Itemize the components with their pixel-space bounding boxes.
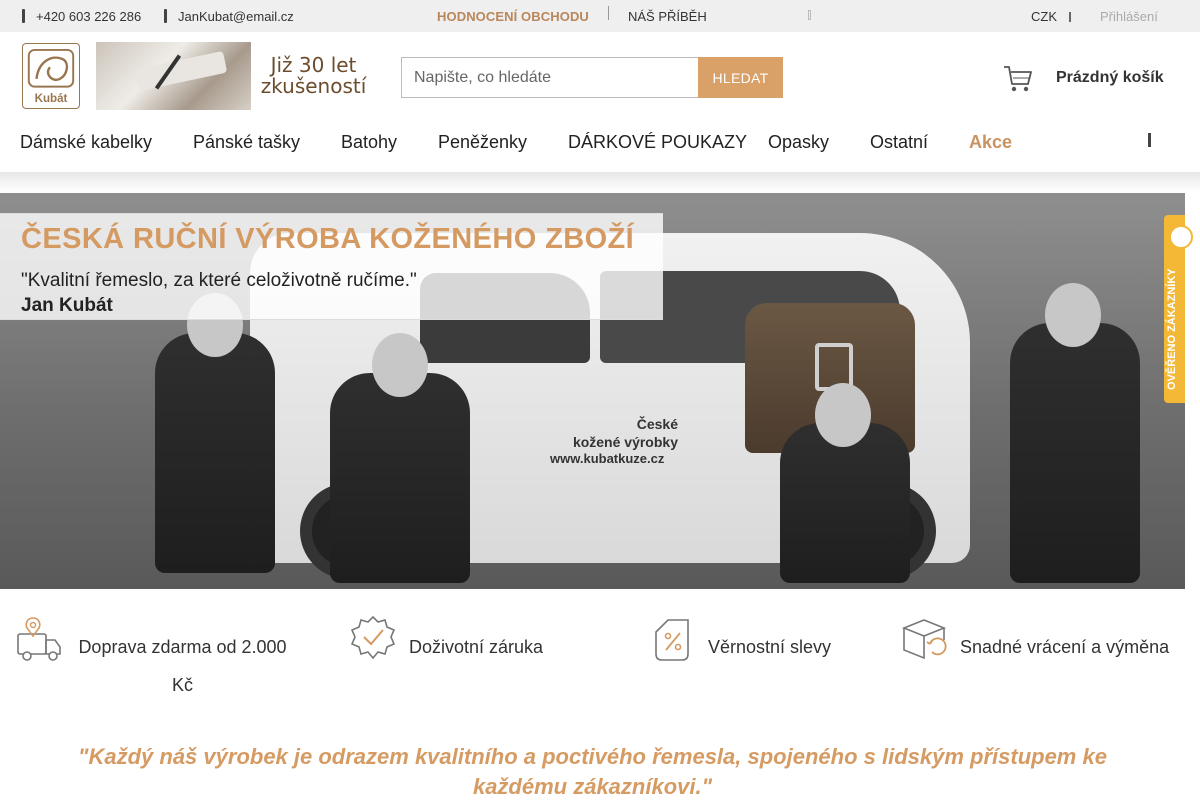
experience-text: Již 30 let zkušeností [251,42,376,110]
store-rating-link[interactable]: HODNOCENÍ OBCHODU [437,9,589,24]
social-icon[interactable] [808,10,811,20]
search-input[interactable] [401,57,698,98]
nav-item-mens-bags[interactable]: Pánské tašky [193,132,300,153]
delivery-van-icon [17,617,61,661]
benefit-free-shipping: Doprava zdarma od 2.000 Kč [15,614,290,704]
company-motto: "Každý náš výrobek je odrazem kvalitního… [78,744,1107,799]
email-address: JanKubat@email.cz [178,8,294,24]
person-figure [330,373,470,583]
benefit-loyalty-discounts: Věrnostní slevy [648,614,831,666]
benefit-easy-returns: Snadné vrácení a výměna [900,614,1169,666]
chevron-down-icon [1069,11,1074,22]
nav-item-belts[interactable]: Opasky [768,132,829,153]
login-link[interactable]: Přihlášení [1100,9,1158,24]
logo-emblem: Kubát [27,48,75,105]
benefit-label: Doprava zdarma od 2.000 Kč [78,637,287,695]
svg-text:Kubát: Kubát [35,93,68,105]
nav-item-backpacks[interactable]: Batohy [341,132,397,153]
experience-banner: Již 30 let zkušeností [96,42,376,110]
craftsman-photo [96,42,251,110]
discount-tag-icon [655,619,689,661]
person-figure [1010,323,1140,583]
main-nav: Dámské kabelky Pánské tašky Batohy Peněž… [0,120,1200,172]
phone-icon [20,8,28,24]
nav-item-other[interactable]: Ostatní [870,132,928,153]
phone-contact[interactable]: +420 603 226 286 [20,8,141,24]
topbar-divider [608,6,609,20]
nav-item-womens-handbags[interactable]: Dámské kabelky [20,132,152,153]
cart-widget[interactable]: Prázdný košík [1002,62,1164,94]
return-box-icon [901,619,947,660]
email-contact[interactable]: JanKubat@email.cz [162,8,294,24]
person-head [815,383,871,447]
hero-quote: "Kvalitní řemeslo, za které celoživotně … [21,270,417,291]
currency-selector[interactable]: CZK [1031,9,1074,24]
shopping-cart-icon [1004,66,1032,92]
badge-text: OVĚŘENO ZÁKAZNÍKY [1166,268,1178,390]
currency-label: CZK [1031,9,1057,24]
nav-item-wallets[interactable]: Peněženky [438,132,527,153]
hero-caption: ČESKÁ RUČNÍ VÝROBA KOŽENÉHO ZBOŽÍ "Kvali… [0,213,663,320]
nav-shadow [0,172,1200,192]
person-figure [155,333,275,573]
person-head [372,333,428,397]
benefit-lifetime-warranty: Doživotní záruka [349,614,543,666]
badge-seal-icon [1169,225,1193,249]
verified-customers-badge[interactable]: OVĚŘENO ZÁKAZNÍKY [1164,215,1193,403]
person-head [1045,283,1101,347]
top-bar: +420 603 226 286 JanKubat@email.cz HODNO… [0,0,1200,32]
van-lettering-line-2: kožené výrobky [572,434,678,450]
person-figure [780,423,910,583]
banner-line-1: Již 30 let [270,53,357,77]
van-lettering-line-1: České [636,416,678,432]
hero-author: Jan Kubát [21,295,113,316]
benefit-label: Věrnostní slevy [708,637,832,657]
nav-item-sale[interactable]: Akce [969,132,1012,153]
banner-line-2: zkušeností [260,74,367,98]
hero-title: ČESKÁ RUČNÍ VÝROBA KOŽENÉHO ZBOŽÍ [21,223,635,255]
our-story-link[interactable]: NÁŠ PŘÍBĚH [628,9,707,24]
benefit-label: Doživotní záruka [409,637,544,657]
cart-label: Prázdný košík [1056,69,1164,86]
search-button[interactable]: HLEDAT [698,57,783,98]
search-icon[interactable] [1145,131,1153,149]
van-lettering: České kožené výrobky [568,415,678,451]
nav-item-gift-vouchers[interactable]: DÁRKOVÉ POUKAZY [568,132,747,153]
van-url: www.kubatkuze.cz [550,451,665,466]
email-icon [162,8,170,24]
warranty-badge-icon [350,615,396,660]
site-logo[interactable]: Kubát [22,43,80,109]
search-bar: HLEDAT [401,57,783,98]
phone-number: +420 603 226 286 [36,8,142,24]
benefit-label: Snadné vrácení a výměna [960,637,1170,657]
